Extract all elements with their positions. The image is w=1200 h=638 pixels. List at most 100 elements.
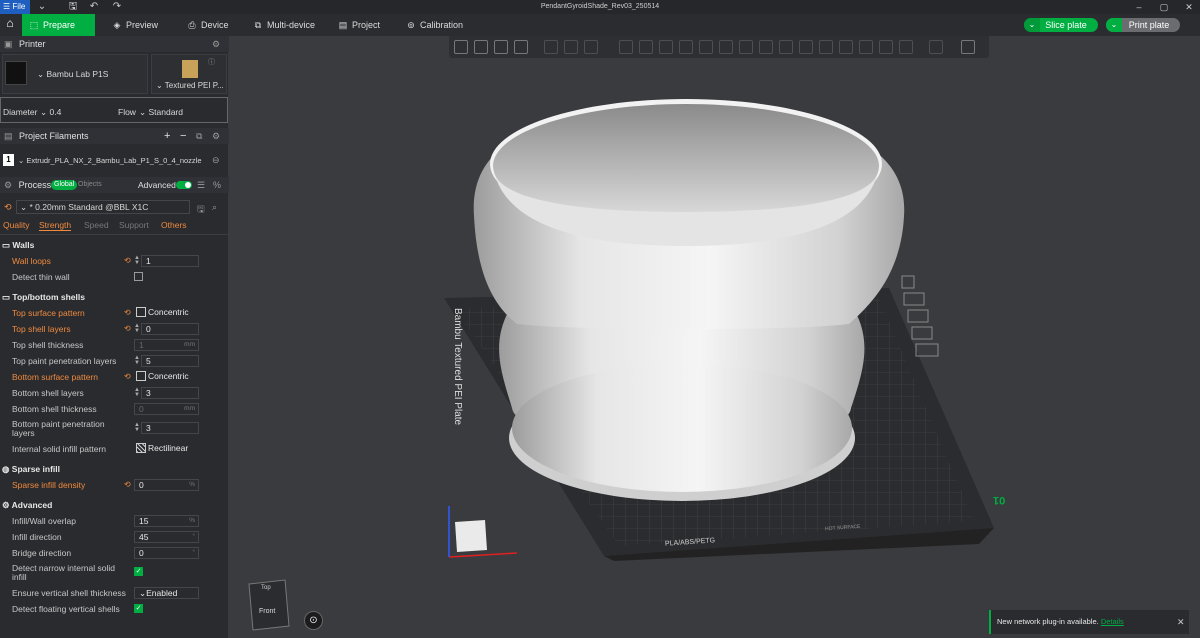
tab-strength[interactable]: Strength [39,220,72,231]
color-paint-icon[interactable] [839,40,853,54]
seam-paint-icon[interactable] [759,40,773,54]
tab-prepare[interactable]: ⬚ Prepare [22,14,95,36]
fuzzy-skin-icon[interactable] [899,40,913,54]
top-paint-spinner[interactable]: ▲ ▼ [134,355,140,366]
wall-loops-spinner[interactable]: ▲ ▼ [134,255,140,266]
process-preset-select[interactable]: ⌄ * 0.20mm Standard @BBL X1C [16,200,190,214]
printer-selector[interactable]: ⌄ Bambu Lab P1S [2,54,148,94]
printer-settings-gear-icon[interactable]: ⚙ [212,36,220,52]
add-filament-icon[interactable]: + [164,128,170,144]
text-icon[interactable] [779,40,793,54]
tab-others[interactable]: Others [161,220,187,230]
bottom-shell-layers-input[interactable]: 3 [141,387,199,399]
top-paint-input[interactable]: 5 [141,355,199,367]
sparse-density-reset-icon[interactable]: ⟲ [124,480,131,489]
support-paint-icon[interactable] [739,40,753,54]
top-surface-pattern-select[interactable]: Concentric [134,307,199,319]
tab-multi-device[interactable]: ⧉ Multi-device [246,14,331,36]
filament-sync-icon[interactable]: ⧉ [196,128,202,144]
layers-icon[interactable] [584,40,598,54]
maximize-icon[interactable]: ▢ [1155,0,1173,14]
bottom-shell-thickness-input[interactable]: 0 mm [134,403,199,415]
tab-preview[interactable]: ◈ Preview [105,14,175,36]
minimize-icon[interactable]: – [1130,0,1148,14]
arrange-icon[interactable] [514,40,528,54]
save-preset-icon[interactable]: 🖫 [197,202,205,218]
bridge-direction-input[interactable]: 0 ° [134,547,199,559]
close-icon[interactable]: ✕ [1180,0,1198,14]
tab-support[interactable]: Support [119,220,149,230]
tab-device[interactable]: ⎙ Device [180,14,240,36]
filament-edit-icon[interactable]: ⊖ [212,155,220,166]
detect-thin-wall-checkbox[interactable] [134,272,143,281]
brim-ears-icon[interactable] [859,40,873,54]
paste-icon[interactable] [564,40,578,54]
floating-shells-checkbox[interactable]: ✓ [134,604,143,613]
bottom-surface-pattern-select[interactable]: Concentric [134,371,199,383]
remove-filament-icon[interactable]: − [180,128,186,144]
print-plate-button[interactable]: ⌄ Print plate [1106,18,1180,32]
bottom-surface-reset-icon[interactable]: ⟲ [124,372,131,381]
top-shell-layers-input[interactable]: 0 [141,323,199,335]
scale-icon[interactable] [659,40,673,54]
tab-project[interactable]: ▤ Project [331,14,391,36]
search-icon[interactable]: ⌕ [212,202,217,213]
flow-select[interactable]: ⌄ Standard [139,107,183,118]
sparse-density-input[interactable]: 0% [134,479,199,491]
tab-calibration[interactable]: ⊚ Calibration [399,14,479,36]
cut-icon[interactable] [699,40,713,54]
percent-icon[interactable]: % [213,177,221,193]
plate-info-icon[interactable]: ⓘ [208,57,215,67]
filament-select[interactable]: ⌄ Extrudr_PLA_NX_2_Bambu_Lab_P1_S_0_4_no… [18,156,202,165]
notification-details-link[interactable]: Details [1101,617,1124,626]
global-toggle[interactable]: Global [51,180,78,190]
filament-settings-gear-icon[interactable]: ⚙ [212,128,220,144]
internal-solid-select[interactable]: Rectilinear [134,443,199,455]
3d-viewport[interactable]: Bambu Textured PEI Plate 01 PLA/ABS/PETG… [229,36,1200,638]
top-shell-thickness-input[interactable]: 1 mm [134,339,199,351]
objects-toggle[interactable]: Objects [78,177,102,193]
list-icon[interactable]: ☰ [197,177,205,193]
preset-reset-icon[interactable]: ⟲ [4,202,12,213]
bottom-paint-input[interactable]: 3 [141,422,199,434]
tab-quality[interactable]: Quality [3,220,29,230]
plate-selector[interactable]: ⓘ ⌄ Textured PEI P... [151,54,227,94]
ensure-vertical-value: Enabled [146,588,178,598]
add-cube-icon[interactable] [454,40,468,54]
top-surface-reset-icon[interactable]: ⟲ [124,308,131,317]
filament-index-badge[interactable]: 1 [3,154,14,166]
advanced-toggle[interactable] [176,181,192,189]
top-shell-layers-spinner[interactable]: ▲ ▼ [134,323,140,334]
top-shell-layers-reset-icon[interactable]: ⟲ [124,324,131,333]
notification-close-icon[interactable]: ✕ [1177,610,1185,634]
lay-on-face-icon[interactable] [679,40,693,54]
move-icon[interactable] [619,40,633,54]
ensure-vertical-select[interactable]: ⌄Enabled [134,587,199,599]
home-icon[interactable]: ⌂ [2,16,18,34]
diameter-select[interactable]: ⌄ 0.4 [40,107,61,118]
bottom-paint-spinner[interactable]: ▲ ▼ [134,422,140,433]
wall-loops-reset-icon[interactable]: ⟲ [124,256,131,265]
mesh-boolean-icon[interactable] [719,40,733,54]
tab-speed[interactable]: Speed [84,220,109,230]
assembly-icon[interactable] [819,40,833,54]
top-shell-thickness-unit: mm [184,341,195,348]
narrow-infill-checkbox[interactable]: ✓ [134,567,143,576]
simplify-icon[interactable] [879,40,893,54]
infill-direction-input[interactable]: 45 ° [134,531,199,543]
slice-plate-button[interactable]: ⌄ Slice plate [1024,18,1098,32]
grid-icon[interactable] [474,40,488,54]
auto-orient-icon[interactable] [494,40,508,54]
copy-icon[interactable] [544,40,558,54]
reset-view-icon[interactable]: ⊙ [304,611,323,630]
variable-layer-icon[interactable] [961,40,975,54]
rotate-icon[interactable] [639,40,653,54]
overlap-input[interactable]: 15% [134,515,199,527]
print-dropdown-icon[interactable]: ⌄ [1106,18,1122,32]
bottom-shell-thickness-value: 0 [139,404,144,414]
slice-dropdown-icon[interactable]: ⌄ [1024,18,1040,32]
measure-icon[interactable] [799,40,813,54]
split-icon[interactable] [929,40,943,54]
bottom-shell-layers-spinner[interactable]: ▲ ▼ [134,387,140,398]
wall-loops-input[interactable]: 1 [141,255,199,267]
